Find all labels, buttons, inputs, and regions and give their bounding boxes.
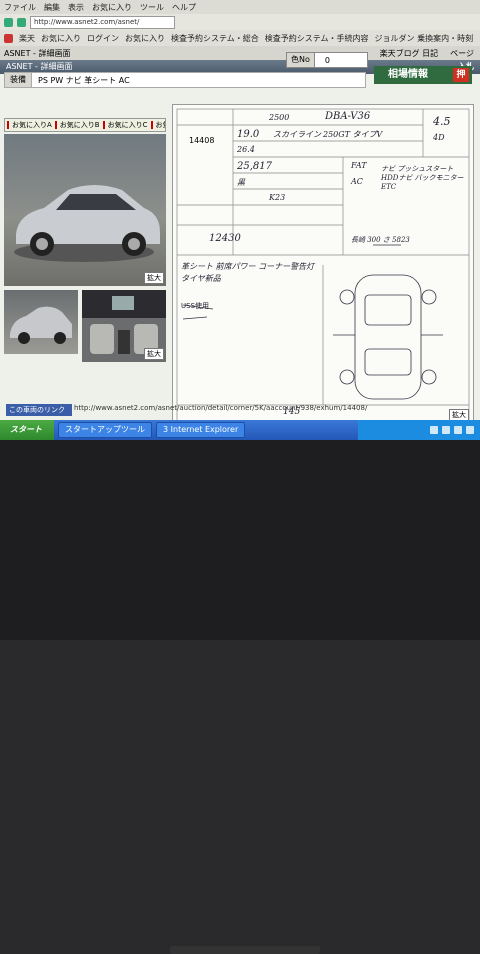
equipment-value: PS PW ナビ 革シート AC (38, 75, 130, 85)
fav-checkbox-a[interactable] (7, 121, 9, 129)
menu-edit[interactable]: 編集 (44, 2, 60, 13)
tray-security-icon[interactable] (454, 426, 462, 434)
sheet-model-code: DBA-V36 (325, 111, 371, 122)
sheet-usage: USS使用 (181, 302, 210, 310)
page-menu[interactable]: ページ (450, 48, 480, 59)
market-pill: 押 (453, 68, 469, 82)
taskbar: スタート スタートアップツール 3 Internet Explorer (0, 420, 480, 440)
fav-b: お気に入りB (59, 121, 100, 129)
back-icon[interactable] (4, 17, 13, 27)
market-info-button[interactable]: 相場情報 押 (374, 66, 472, 84)
sheet-drive: K23 (269, 193, 286, 202)
rear-car-illustration (10, 306, 72, 344)
tab-bar: ASNET - 詳細画面 楽天ブログ 日記 ページ (0, 46, 480, 60)
sheet-grade: 250GT タイプV (323, 130, 383, 139)
sheet-displacement: 2500 (269, 113, 290, 122)
tray-volume-icon[interactable] (442, 426, 450, 434)
sheet-selling-points: ナビ プッシュスタート HDDナビ バックモニター ETC (381, 165, 464, 191)
monitor-bezel (0, 440, 480, 954)
link-4[interactable]: 検査予約システム・総合 (171, 33, 259, 44)
address-row: http://www.asnet2.com/asnet/ (0, 14, 480, 30)
system-tray (358, 420, 480, 440)
sheet-inspection: 26.4 (237, 145, 255, 154)
link-0[interactable]: 楽天 (19, 33, 35, 44)
fav-c: お気に入りC (107, 121, 148, 129)
start-button[interactable]: スタート (0, 420, 54, 440)
rakuten-icon (4, 33, 13, 43)
sheet-extra: 長崎 300 さ 5823 (351, 236, 410, 244)
lot-number: 14408 (189, 136, 215, 145)
menu-file[interactable]: ファイル (4, 2, 36, 13)
page-title: ASNET - 詳細画面 (6, 62, 73, 71)
sheet-color: 黒 (237, 178, 245, 187)
vehicle-link-url[interactable]: http://www.asnet2.com/asnet/auction/deta… (74, 404, 367, 412)
sheet-notes: 革シート 前席パワー コーナー警告灯 タイヤ新品 (181, 262, 315, 283)
market-info-label: 相場情報 (388, 69, 428, 80)
sheet-km: 12430 (209, 233, 241, 244)
fav-d: お気に入りD (155, 121, 166, 129)
link-2[interactable]: ログイン (87, 33, 119, 44)
tray-network-icon[interactable] (430, 426, 438, 434)
equipment-row: 装備 PS PW ナビ 革シート AC (4, 72, 366, 88)
task-startup-tool[interactable]: スタートアップツール (58, 422, 152, 438)
main-car-photo[interactable]: 拡大 (4, 134, 166, 286)
sheet-ac: AC (351, 177, 363, 186)
link-5[interactable]: 検査予約システム・手続内容 (265, 33, 369, 44)
color-number: 色No 0 (286, 52, 368, 68)
menu-help[interactable]: ヘルプ (172, 2, 196, 13)
screen: ファイル 編集 表示 お気に入り ツール ヘルプ http://www.asne… (0, 0, 480, 470)
color-no-label: 色No (287, 53, 315, 67)
forward-icon[interactable] (17, 17, 26, 27)
fav-a: お気に入りA (12, 121, 52, 129)
fav-checkbox-c[interactable] (102, 121, 105, 129)
equipment-label: 装備 (5, 73, 32, 87)
fav-checkbox-d[interactable] (150, 121, 153, 129)
menu-tools[interactable]: ツール (140, 2, 164, 13)
fav-checkbox-b[interactable] (54, 121, 57, 129)
interior-zoom-button[interactable]: 拡大 (144, 348, 164, 360)
rear-car-photo[interactable] (4, 290, 78, 354)
sheet-transmission: FAT (351, 161, 367, 170)
tab-active[interactable]: ASNET - 詳細画面 (4, 48, 70, 59)
color-no-value: 0 (324, 55, 330, 65)
menu-bar: ファイル 編集 表示 お気に入り ツール ヘルプ (0, 0, 480, 14)
links-bar: 楽天 お気に入り ログイン お気に入り 検査予約システム・総合 検査予約システム… (0, 30, 480, 46)
tray-update-icon[interactable] (466, 426, 474, 434)
vehicle-link-label: この車両のリンク (6, 404, 72, 416)
zoom-button[interactable]: 拡大 (144, 272, 164, 284)
auction-sheet[interactable]: 14408 2500 DBA-V36 4.5 19.0 スカイライン 250GT… (172, 104, 474, 426)
menu-favorites[interactable]: お気に入り (92, 2, 132, 13)
menu-view[interactable]: 表示 (68, 2, 84, 13)
monitor-brand-strip (170, 946, 320, 954)
car-illustration (14, 185, 160, 262)
sheet-grade-score: 4.5 (433, 115, 451, 128)
sheet-model: スカイライン (273, 130, 321, 139)
link-1[interactable]: お気に入り (41, 33, 81, 44)
favorites-bar: お気に入りA お気に入りB お気に入りC お気に入りD (4, 118, 166, 132)
sheet-year: 19.0 (237, 129, 260, 140)
address-bar[interactable]: http://www.asnet2.com/asnet/ (30, 15, 175, 29)
link-rakuten-blog[interactable]: 楽天ブログ 日記 (380, 48, 445, 59)
task-internet-explorer[interactable]: 3 Internet Explorer (156, 422, 246, 438)
link-6[interactable]: ジョルダン 乗換案内・時刻 (375, 33, 474, 44)
link-3[interactable]: お気に入り (125, 33, 165, 44)
sheet-door: 4D (433, 133, 445, 142)
interior-photo[interactable]: 拡大 (82, 290, 166, 362)
sheet-mileage: 25,817 (237, 161, 272, 172)
